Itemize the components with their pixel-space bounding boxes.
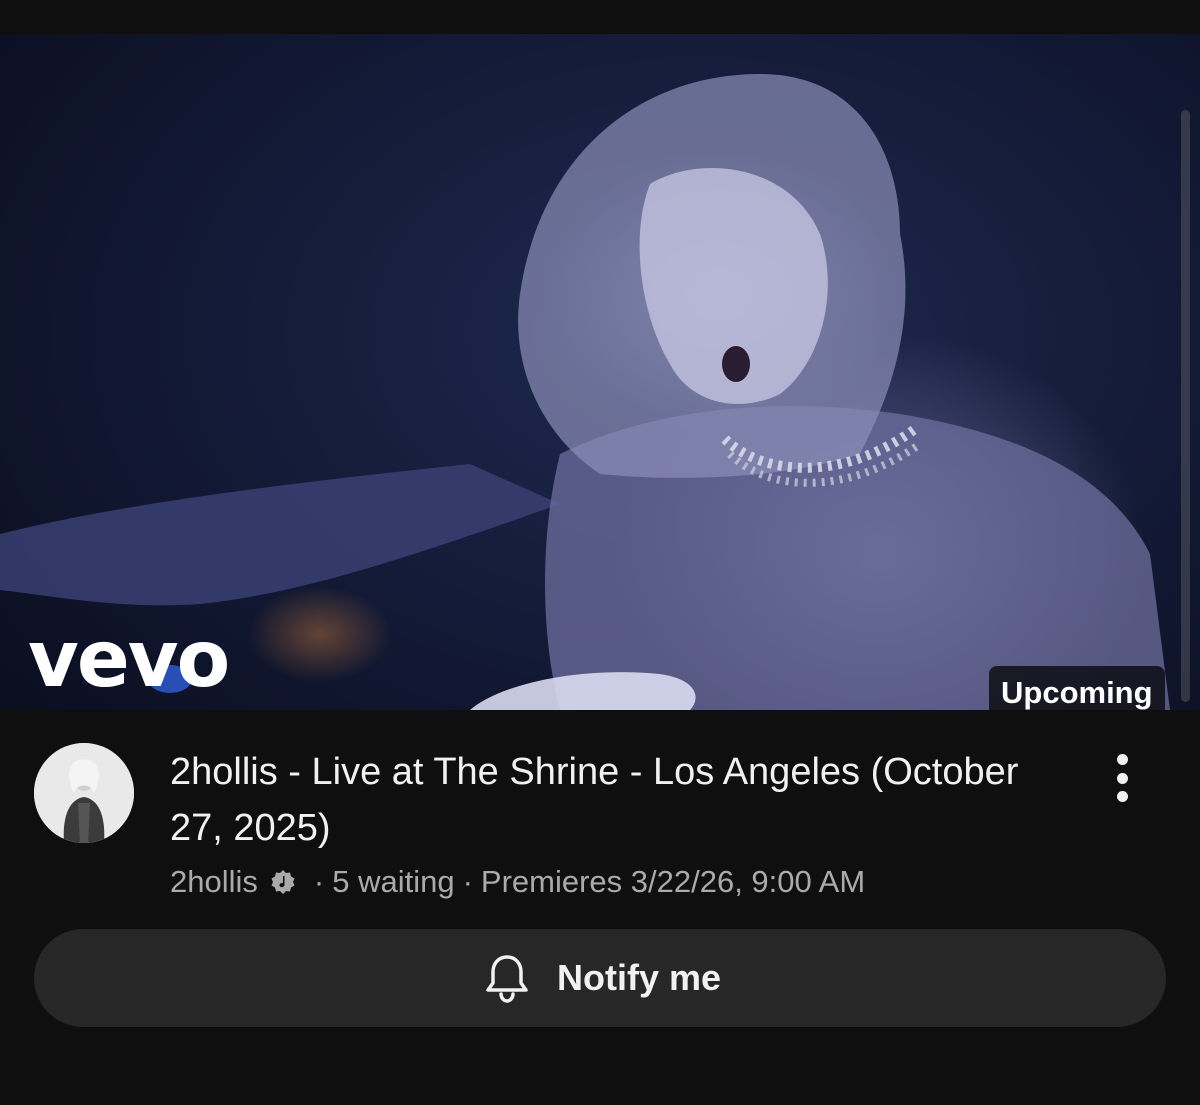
avatar-image (34, 743, 134, 843)
thumbnail-image (0, 74, 1170, 710)
video-title[interactable]: 2hollis - Live at The Shrine - Los Angel… (170, 744, 1070, 856)
video-card: vevo Upcoming 2hollis - Live at The Shri… (0, 0, 1200, 1105)
channel-avatar[interactable] (34, 743, 134, 843)
bell-icon (486, 955, 528, 1003)
scrollbar[interactable] (1181, 110, 1190, 702)
waiting-count: 5 waiting (332, 864, 455, 899)
notify-me-label: Notify me (556, 957, 722, 998)
vevo-logo: vevo (28, 615, 230, 705)
meta-separator: · (462, 864, 473, 899)
channel-name[interactable]: 2hollis (170, 864, 258, 900)
meta-separator: · (313, 864, 325, 899)
video-thumbnail[interactable]: vevo Upcoming (0, 34, 1200, 710)
verified-artist-icon (271, 870, 295, 894)
more-vertical-icon (1116, 754, 1128, 765)
more-options-button[interactable] (1100, 748, 1144, 808)
more-vertical-icon-dot (1116, 772, 1128, 784)
more-vertical-icon-dot (1116, 791, 1128, 802)
upcoming-badge: Upcoming (989, 666, 1165, 710)
top-strip (0, 0, 1200, 34)
notify-me-button[interactable]: Notify me (34, 929, 1166, 1027)
premiere-time: Premieres 3/22/26, 9:00 AM (480, 864, 866, 899)
video-meta: 2hollis · 5 waiting · Premieres 3/22/26,… (170, 862, 865, 902)
